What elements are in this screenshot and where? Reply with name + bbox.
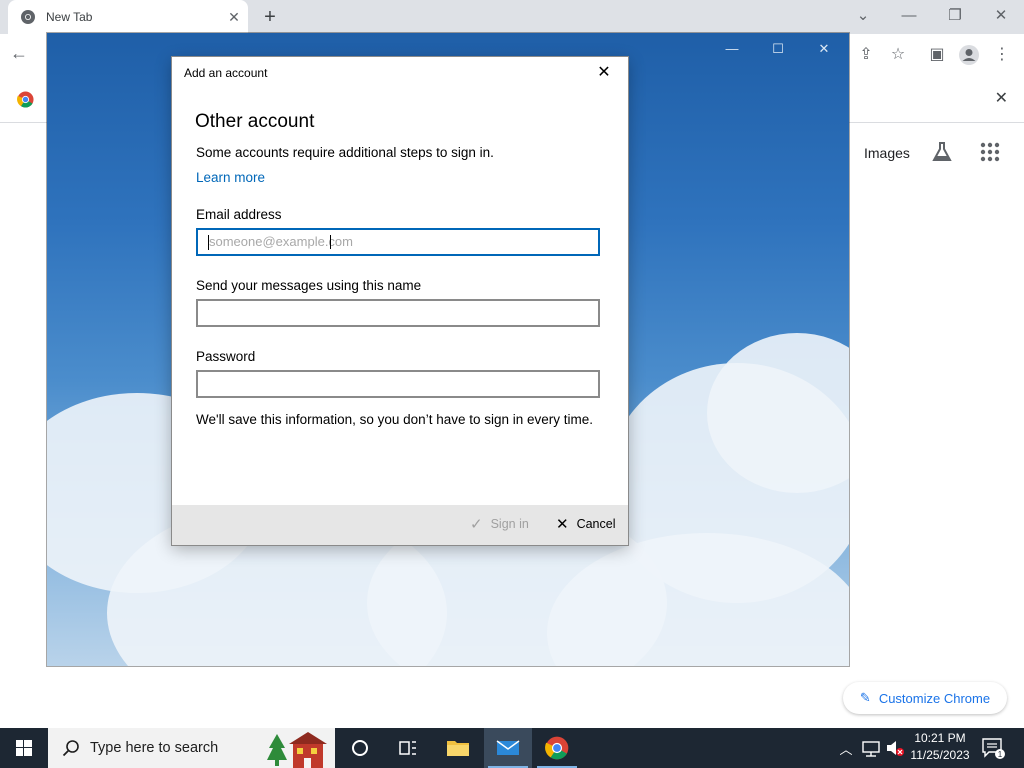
clock-time: 10:21 PM xyxy=(914,731,966,745)
tab-title: New Tab xyxy=(46,10,93,24)
close-icon[interactable]: ✕ xyxy=(801,39,847,59)
save-info-note: We'll save this information, so you don’… xyxy=(196,412,594,427)
profile-icon[interactable] xyxy=(958,44,980,66)
checkmark-icon: ✓ xyxy=(470,516,483,533)
close-icon[interactable]: ✕ xyxy=(995,88,1008,108)
learn-more-link[interactable]: Learn more xyxy=(196,170,265,185)
system-clock[interactable]: 10:21 PM 11/25/2023 xyxy=(908,730,972,764)
plus-icon[interactable]: + xyxy=(258,6,282,28)
dialog-title: Add an account xyxy=(184,66,268,80)
dialog-footer: ✓ Sign in ✕ Cancel xyxy=(172,505,628,545)
task-view-icon xyxy=(399,741,416,755)
maximize-icon[interactable]: ☐ xyxy=(755,39,801,59)
chrome-icon xyxy=(21,10,35,24)
search-icon xyxy=(62,740,79,757)
close-icon: ✕ xyxy=(556,516,569,533)
notification-icon: 1 xyxy=(982,738,1005,759)
task-view-button[interactable] xyxy=(384,728,432,768)
file-explorer-icon xyxy=(447,741,469,756)
cancel-label: Cancel xyxy=(576,517,616,531)
notification-center-button[interactable]: 1 xyxy=(980,736,1006,760)
chrome-icon xyxy=(17,91,34,108)
chrome-taskbar-button[interactable] xyxy=(533,728,581,768)
windows-start-icon[interactable] xyxy=(0,728,48,768)
chrome-tab-strip: New Tab ✕ + ⌄ — ❐ ✕ xyxy=(0,0,1024,34)
chevron-down-icon[interactable]: ⌄ xyxy=(840,4,886,28)
cortana-button[interactable] xyxy=(336,728,384,768)
share-icon[interactable]: ⇪ xyxy=(855,44,877,66)
cancel-button[interactable]: ✕ Cancel xyxy=(556,515,616,533)
file-explorer-button[interactable] xyxy=(434,728,482,768)
add-account-dialog: Add an account ✕ Other account Some acco… xyxy=(172,57,628,545)
chrome-icon xyxy=(545,736,569,760)
chevron-up-icon[interactable]: ︿ xyxy=(836,728,856,768)
minimize-icon[interactable]: — xyxy=(709,39,755,59)
close-icon[interactable]: ✕ xyxy=(592,63,616,83)
back-arrow-icon[interactable]: ← xyxy=(10,43,28,64)
holiday-decoration-icon xyxy=(267,732,327,768)
taskbar-search-box[interactable]: Type here to search xyxy=(48,728,335,768)
dialog-heading: Other account xyxy=(195,111,315,132)
search-placeholder: Type here to search xyxy=(90,740,219,756)
clock-date: 11/25/2023 xyxy=(910,748,970,762)
close-icon[interactable]: ✕ xyxy=(224,9,244,26)
tab-new-tab[interactable]: New Tab ✕ xyxy=(8,0,248,34)
network-icon[interactable] xyxy=(860,728,882,768)
restore-icon[interactable]: ❐ xyxy=(932,4,978,28)
customize-chrome-label: Customize Chrome xyxy=(878,690,991,706)
password-label: Password xyxy=(196,349,256,364)
customize-chrome-button[interactable]: ✎ Customize Chrome xyxy=(843,682,1007,714)
taskbar: Type here to search ︿ 10:21 PM 11/25/202… xyxy=(0,728,1024,768)
name-label: Send your messages using this name xyxy=(196,278,422,293)
sidebar-icon[interactable]: ▣ xyxy=(926,44,948,66)
minimize-icon[interactable]: — xyxy=(886,4,932,28)
cortana-icon xyxy=(352,740,368,756)
close-icon[interactable]: ✕ xyxy=(978,4,1024,28)
star-icon[interactable]: ☆ xyxy=(887,44,909,66)
sign-in-button[interactable]: ✓ Sign in xyxy=(470,515,529,533)
images-link[interactable]: Images xyxy=(864,145,910,161)
text-cursor-icon xyxy=(330,235,334,249)
pencil-icon: ✎ xyxy=(859,690,871,705)
display-name-field[interactable] xyxy=(196,299,600,327)
apps-grid-icon[interactable] xyxy=(980,142,1000,162)
email-label: Email address xyxy=(196,207,282,222)
email-field[interactable]: someone@example.com xyxy=(196,228,600,256)
password-field[interactable] xyxy=(196,370,600,398)
dialog-description: Some accounts require additional steps t… xyxy=(196,145,494,160)
labs-icon[interactable] xyxy=(930,140,954,164)
mail-icon xyxy=(496,740,520,755)
menu-icon[interactable]: ⋮ xyxy=(991,44,1013,66)
sign-in-label: Sign in xyxy=(490,517,529,531)
notification-count: 1 xyxy=(998,750,1003,759)
volume-muted-icon[interactable] xyxy=(884,728,906,768)
mail-app-button[interactable] xyxy=(484,728,532,768)
